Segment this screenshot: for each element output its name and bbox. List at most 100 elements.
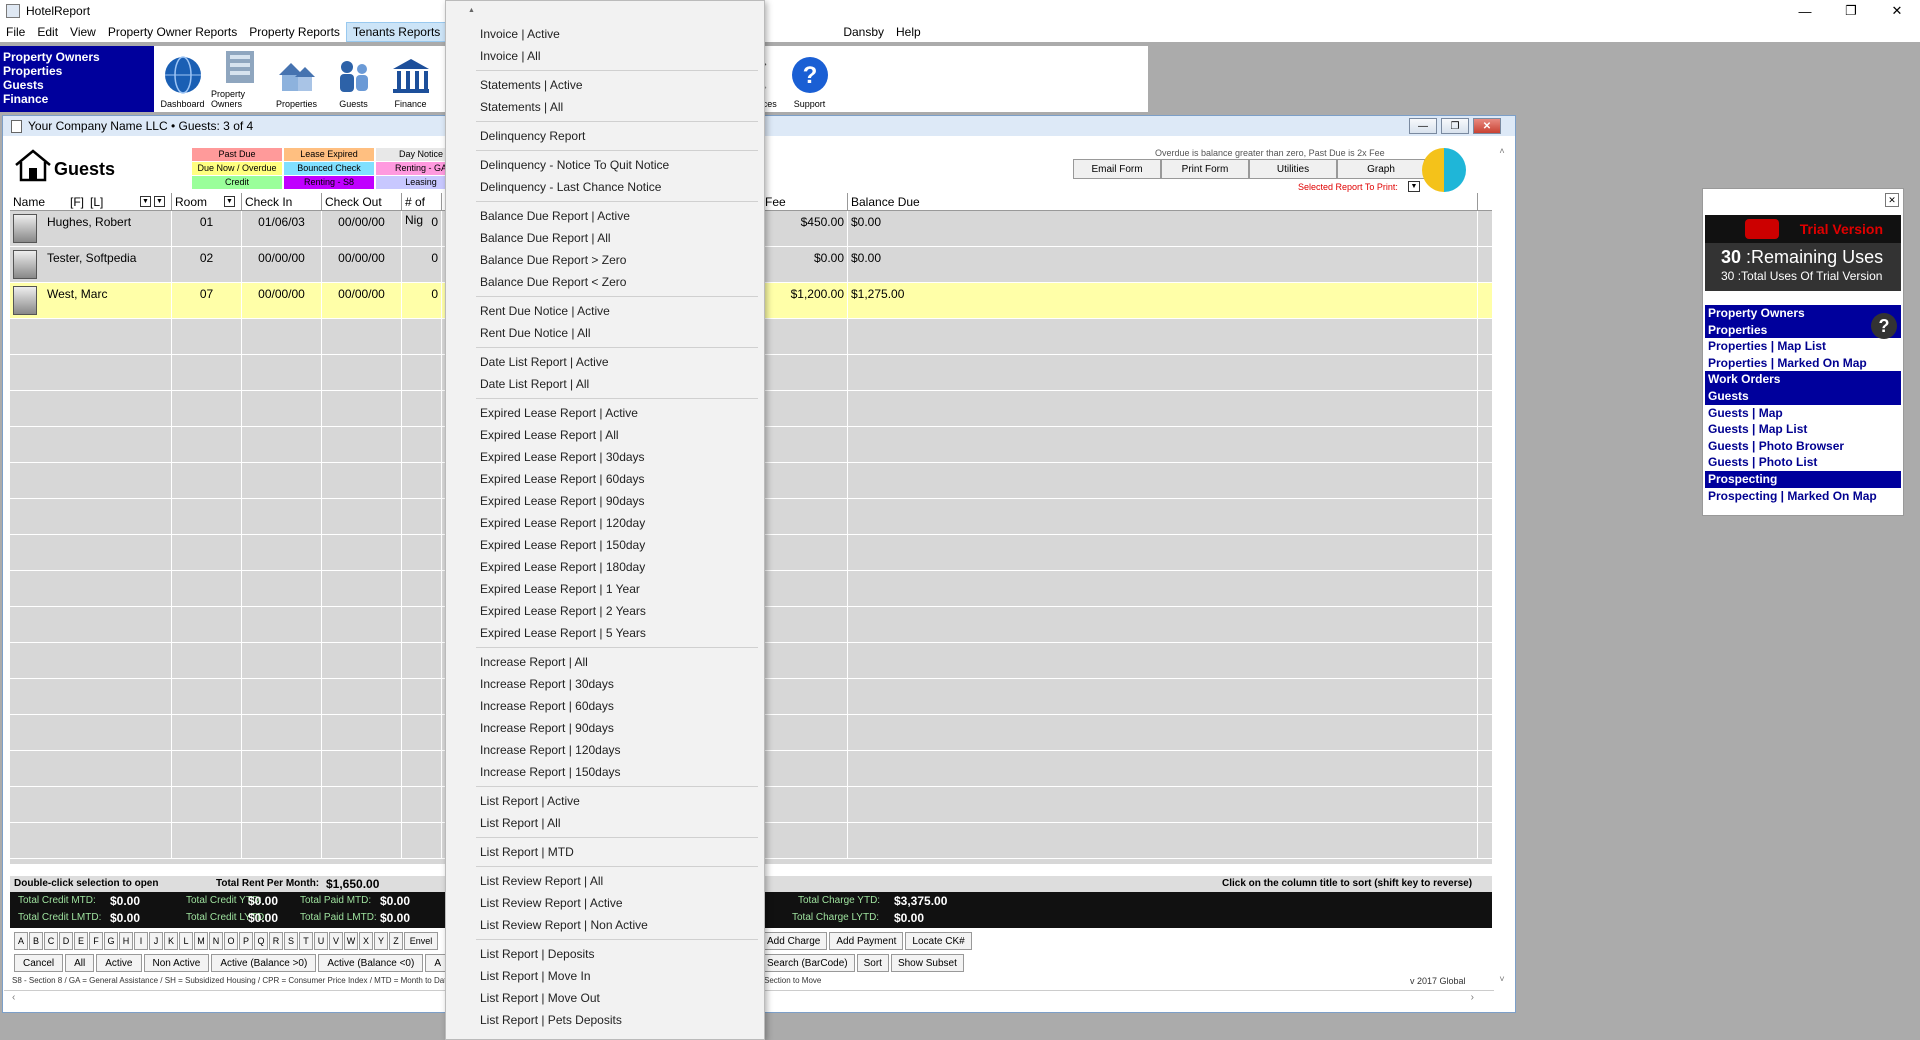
col-nights[interactable]: # of Nig (402, 193, 442, 227)
filter-non-active-button[interactable]: Non Active (143, 954, 210, 972)
menu-item-list-review-report-active[interactable]: List Review Report | Active (480, 892, 623, 914)
filter-cancel-button[interactable]: Cancel (14, 954, 64, 972)
col-name[interactable]: Name [F] [L] ▼ ▼ (10, 193, 172, 210)
menu-scroll-up-icon[interactable]: ▲ (468, 7, 475, 14)
menu-item-balance-due-report-all[interactable]: Balance Due Report | All (480, 227, 611, 249)
menu-edit[interactable]: Edit (31, 22, 64, 42)
alpha-g-button[interactable]: G (104, 932, 118, 950)
link-prospecting[interactable]: Prospecting (1705, 470, 1901, 488)
vertical-scrollbar[interactable]: ˄ ˅ (1494, 146, 1510, 986)
link-guests-photo-list[interactable]: Guests | Photo List (1705, 454, 1901, 471)
first-name-filter-dropdown[interactable]: ▼ (140, 196, 151, 207)
leftnav-property-owners[interactable]: Property Owners (3, 50, 151, 64)
menu-item-expired-lease-report-90days[interactable]: Expired Lease Report | 90days (480, 490, 645, 512)
alpha-o-button[interactable]: O (224, 932, 238, 950)
menu-item-increase-report-all[interactable]: Increase Report | All (480, 651, 588, 673)
menu-item-expired-lease-report-5-years[interactable]: Expired Lease Report | 5 Years (480, 622, 646, 644)
scroll-left-icon[interactable]: ‹ (12, 992, 15, 1003)
link-guests[interactable]: Guests (1705, 387, 1901, 405)
last-name-filter-dropdown[interactable]: ▼ (154, 196, 165, 207)
help-icon[interactable]: ? (1871, 313, 1897, 339)
utilities-button[interactable]: Utilities (1249, 159, 1337, 179)
menu-help[interactable]: Help (890, 22, 927, 42)
menu-item-statements-all[interactable]: Statements | All (480, 96, 563, 118)
alpha-e-button[interactable]: E (74, 932, 88, 950)
col-check-in[interactable]: Check In (242, 193, 322, 210)
menu-file[interactable]: File (0, 22, 31, 42)
menu-tenants-reports[interactable]: Tenants Reports (345, 22, 448, 42)
alpha-z-button[interactable]: Z (389, 932, 403, 950)
menu-item-invoice-all[interactable]: Invoice | All (480, 45, 540, 67)
menu-item-list-report-active[interactable]: List Report | Active (480, 790, 580, 812)
alpha-l-button[interactable]: L (179, 932, 193, 950)
menu-item-expired-lease-report-active[interactable]: Expired Lease Report | Active (480, 402, 638, 424)
alpha-d-button[interactable]: D (59, 932, 73, 950)
col-room[interactable]: Room ▼ (172, 193, 242, 210)
menu-item-expired-lease-report-120day[interactable]: Expired Lease Report | 120day (480, 512, 645, 534)
restore-icon[interactable]: ❐ (1828, 0, 1874, 22)
alpha-j-button[interactable]: J (149, 932, 163, 950)
toolbar-properties-button[interactable]: Properties (268, 46, 325, 112)
menu-item-date-list-report-all[interactable]: Date List Report | All (480, 373, 589, 395)
minimize-icon[interactable]: — (1782, 0, 1828, 22)
menu-property-owner-reports[interactable]: Property Owner Reports (102, 22, 243, 42)
alpha-i-button[interactable]: I (134, 932, 148, 950)
menu-item-expired-lease-report-30days[interactable]: Expired Lease Report | 30days (480, 446, 645, 468)
menu-item-delinquency-notice-to-quit-notice[interactable]: Delinquency - Notice To Quit Notice (480, 154, 669, 176)
menu-item-rent-due-notice-active[interactable]: Rent Due Notice | Active (480, 300, 610, 322)
toolbar-property-owners-button[interactable]: Property Owners (211, 46, 268, 112)
search-barcode-button[interactable]: Search (BarCode) (760, 954, 855, 972)
print-form-button[interactable]: Print Form (1161, 159, 1249, 179)
menu-item-balance-due-report-zero[interactable]: Balance Due Report > Zero (480, 249, 626, 271)
alpha-x-button[interactable]: X (359, 932, 373, 950)
alpha-k-button[interactable]: K (164, 932, 178, 950)
link-guests-map-list[interactable]: Guests | Map List (1705, 421, 1901, 438)
add-charge-button[interactable]: Add Charge (760, 932, 828, 950)
menu-item-date-list-report-active[interactable]: Date List Report | Active (480, 351, 609, 373)
toolbar-dashboard-button[interactable]: Dashboard (154, 46, 211, 112)
alpha-s-button[interactable]: S (284, 932, 298, 950)
alpha-p-button[interactable]: P (239, 932, 253, 950)
room-filter-dropdown[interactable]: ▼ (224, 196, 235, 207)
toolbar-guests-button[interactable]: Guests (325, 46, 382, 112)
menu-item-list-report-move-out[interactable]: List Report | Move Out (480, 987, 600, 1009)
menu-dansby[interactable]: Dansby (837, 22, 890, 42)
leftnav-guests[interactable]: Guests (3, 78, 151, 92)
menu-item-increase-report-150days[interactable]: Increase Report | 150days (480, 761, 621, 783)
menu-item-list-review-report-non-active[interactable]: List Review Report | Non Active (480, 914, 648, 936)
show-subset-button[interactable]: Show Subset (890, 954, 964, 972)
link-properties-marked-on-map[interactable]: Properties | Marked On Map (1705, 355, 1901, 372)
locate-ck-button[interactable]: Locate CK# (905, 932, 972, 950)
alpha-b-button[interactable]: B (29, 932, 43, 950)
email-form-button[interactable]: Email Form (1073, 159, 1161, 179)
menu-item-delinquency-report[interactable]: Delinquency Report (480, 125, 585, 147)
leftnav-properties[interactable]: Properties (3, 64, 151, 78)
alpha-t-button[interactable]: T (299, 932, 313, 950)
alpha-q-button[interactable]: Q (254, 932, 268, 950)
mdi-restore-icon[interactable]: ❐ (1441, 118, 1469, 134)
menu-item-expired-lease-report-60days[interactable]: Expired Lease Report | 60days (480, 468, 645, 490)
add-payment-button[interactable]: Add Payment (829, 932, 904, 950)
alpha-w-button[interactable]: W (344, 932, 358, 950)
alpha-h-button[interactable]: H (119, 932, 133, 950)
alpha-envel-button[interactable]: Envel (404, 932, 438, 950)
col-balance-due[interactable]: Balance Due (848, 193, 1478, 210)
col-fee[interactable]: Fee (762, 193, 848, 210)
menu-item-increase-report-120days[interactable]: Increase Report | 120days (480, 739, 621, 761)
mdi-minimize-icon[interactable]: — (1409, 118, 1437, 134)
alpha-r-button[interactable]: R (269, 932, 283, 950)
link-prospecting-marked-on-map[interactable]: Prospecting | Marked On Map (1705, 488, 1901, 505)
scroll-down-icon[interactable]: ˅ (1494, 974, 1510, 984)
alpha-f-button[interactable]: F (89, 932, 103, 950)
alpha-n-button[interactable]: N (209, 932, 223, 950)
graph-button[interactable]: Graph (1337, 159, 1425, 179)
pie-chart-icon[interactable] (1422, 148, 1466, 192)
menu-property-reports[interactable]: Property Reports (243, 22, 346, 42)
link-guests-map[interactable]: Guests | Map (1705, 405, 1901, 422)
menu-item-statements-active[interactable]: Statements | Active (480, 74, 583, 96)
scroll-right-icon[interactable]: › (1471, 992, 1474, 1003)
menu-item-balance-due-report-active[interactable]: Balance Due Report | Active (480, 205, 630, 227)
menu-item-expired-lease-report-2-years[interactable]: Expired Lease Report | 2 Years (480, 600, 646, 622)
menu-item-increase-report-60days[interactable]: Increase Report | 60days (480, 695, 614, 717)
menu-view[interactable]: View (64, 22, 102, 42)
